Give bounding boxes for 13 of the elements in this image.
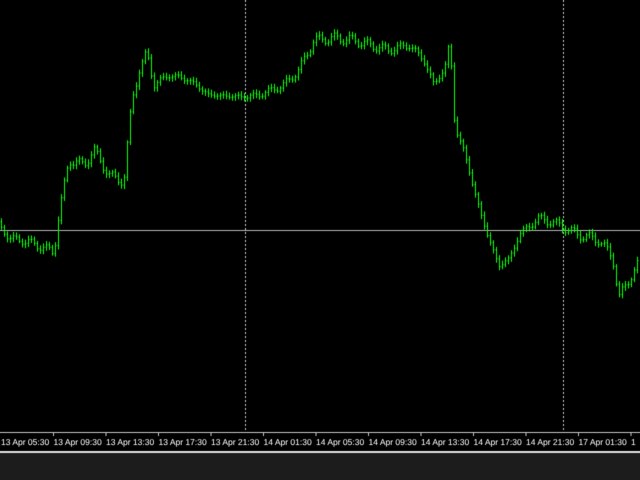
time-label: 14 Apr 01:30 <box>262 436 313 449</box>
time-label: 17 Apr 01:30 <box>578 436 628 449</box>
time-label: 13 Apr 09:30 <box>52 436 103 449</box>
time-label: 13 Apr 21:30 <box>210 436 260 449</box>
time-label: 14 Apr 09:30 <box>368 436 418 449</box>
time-label: 13 Apr 13:30 <box>105 436 156 449</box>
time-label: 14 Apr 13:30 <box>420 436 470 449</box>
time-label: 13 Apr 05:30 <box>0 436 50 449</box>
time-label: 14 Apr 17:30 <box>472 436 523 449</box>
time-label: 14 Apr 21:30 <box>525 436 576 449</box>
time-label: 13 Apr 17:30 <box>158 436 208 449</box>
time-label: 14 Apr 05:30 <box>315 436 366 449</box>
time-label: 1 <box>630 436 637 449</box>
